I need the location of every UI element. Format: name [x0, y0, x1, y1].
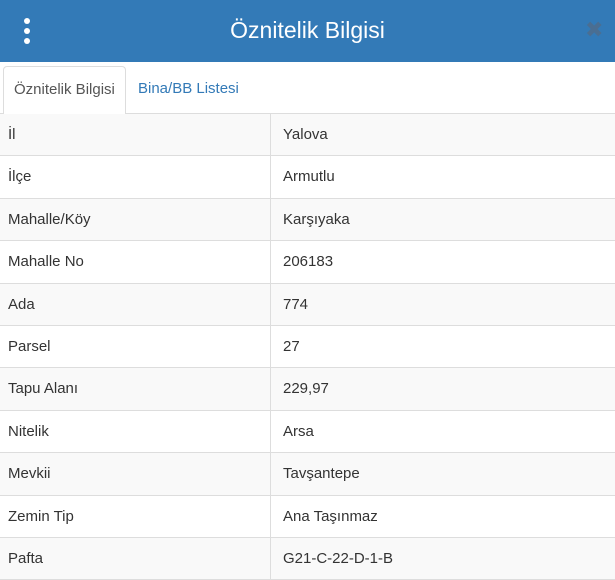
dialog-title: Öznitelik Bilgisi: [230, 17, 385, 43]
attribute-label: Parsel: [0, 325, 271, 368]
table-row: Pafta G21-C-22-D-1-B: [0, 537, 615, 580]
attribute-table: İl Yalova İlçe Armutlu Mahalle/Köy Karşı…: [0, 114, 615, 580]
table-row: Mahalle No 206183: [0, 241, 615, 284]
table-row: Parsel 27: [0, 325, 615, 369]
attribute-value: Armutlu: [283, 168, 335, 186]
tab-bina-bb-listesi[interactable]: Bina/BB Listesi: [128, 66, 249, 115]
attribute-label: Tapu Alanı: [0, 368, 271, 410]
attribute-label: İlçe: [0, 156, 271, 198]
attribute-label: İl: [0, 114, 271, 156]
attribute-label: Pafta: [0, 537, 271, 580]
dialog-header: Öznitelik Bilgisi ✖: [0, 0, 615, 62]
attribute-label: Mahalle/Köy: [0, 198, 271, 241]
table-row: Mahalle/Köy Karşıyaka: [0, 198, 615, 242]
attribute-value: G21-C-22-D-1-B: [283, 549, 394, 567]
tab-oznitelik-bilgisi[interactable]: Öznitelik Bilgisi: [3, 66, 126, 115]
attribute-label: Ada: [0, 283, 271, 325]
attribute-value: Ana Taşınmaz: [283, 507, 378, 525]
table-row: Nitelik Arsa: [0, 410, 615, 454]
attribute-value: Arsa: [283, 422, 314, 440]
attribute-value: 229,97: [283, 380, 329, 398]
attribute-label: Zemin Tip: [0, 495, 271, 537]
attribute-value: 774: [283, 295, 309, 313]
attribute-value: Yalova: [283, 126, 328, 143]
table-row: Ada 774: [0, 283, 615, 326]
table-row: Tapu Alanı 229,97: [0, 368, 615, 411]
attribute-label: Mahalle No: [0, 241, 271, 283]
attribute-value: Tavşantepe: [283, 465, 360, 483]
attribute-value: 206183: [283, 253, 334, 271]
attribute-label: Nitelik: [0, 410, 271, 453]
table-row: İl Yalova: [0, 114, 615, 157]
table-row: Zemin Tip Ana Taşınmaz: [0, 495, 615, 538]
tab-bar: Öznitelik Bilgisi Bina/BB Listesi: [0, 62, 615, 115]
table-row: Mevkii Tavşantepe: [0, 453, 615, 496]
attribute-value: Karşıyaka: [283, 210, 350, 228]
attribute-value: 27: [283, 337, 300, 355]
close-icon[interactable]: ✖: [585, 19, 603, 41]
attribute-label: Mevkii: [0, 453, 271, 495]
table-row: İlçe Armutlu: [0, 156, 615, 199]
